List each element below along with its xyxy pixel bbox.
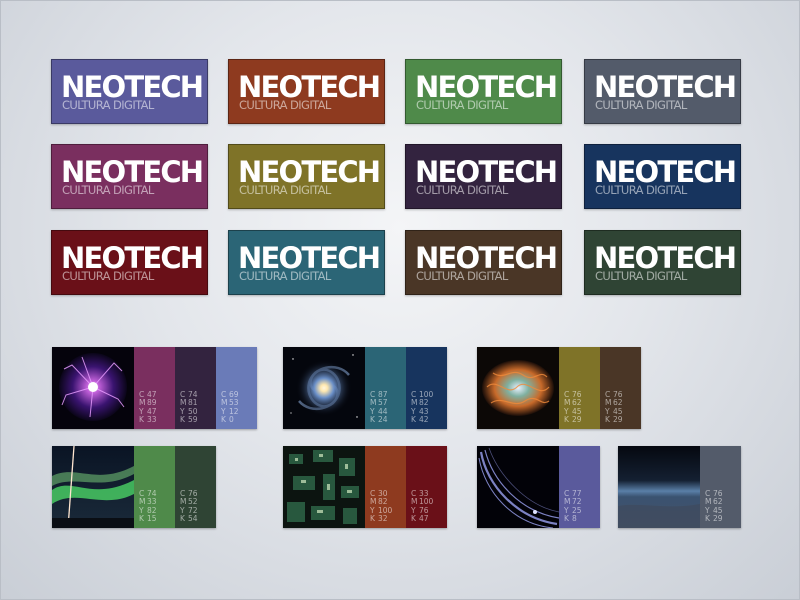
palette-card-rings: C 77 M 72 Y 25 K8 (477, 446, 600, 528)
brand-tagline: CULTURA DIGITAL (416, 98, 508, 112)
cmyk-values: C 47 M 89 Y 47 K 33 (139, 389, 157, 425)
planet-rings-photo (477, 446, 559, 528)
logo-variant: NEOTECH CULTURA DIGITAL (228, 144, 385, 209)
color-swatch: C 76 M 62 Y 45 K 29 (559, 347, 600, 429)
brand-tagline: CULTURA DIGITAL (239, 98, 331, 112)
logo-variant: NEOTECH CULTURA DIGITAL (51, 230, 208, 295)
brand-tagline: CULTURA DIGITAL (416, 183, 508, 197)
brand-tagline: CULTURA DIGITAL (239, 269, 331, 283)
cmyk-values: C 69 M 53 Y 12 K0 (221, 389, 239, 425)
color-swatch: C 100 M 82 Y 43 K 42 (406, 347, 447, 429)
brand-tagline: CULTURA DIGITAL (595, 183, 687, 197)
logo-variant: NEOTECH CULTURA DIGITAL (228, 230, 385, 295)
brand-tagline: CULTURA DIGITAL (595, 98, 687, 112)
cmyk-values: C 76 M 62 Y 45 K 29 (605, 389, 623, 425)
palette-card-plasma: C 47 M 89 Y 47 K 33 C 74 M 81 Y 50 K 59 C 69 M 53 … (52, 347, 257, 429)
aurora-photo (52, 446, 134, 528)
crab-nebula-photo (477, 347, 559, 429)
brand-tagline: CULTURA DIGITAL (239, 183, 331, 197)
logo-variant: NEOTECH CULTURA DIGITAL (584, 59, 741, 124)
color-swatch: C 76 M 52 Y 72 K 54 (175, 446, 216, 528)
cmyk-values: C 74 M 33 Y 82 K 15 (139, 488, 157, 524)
earth-horizon-photo (618, 446, 700, 528)
logo-variant: NEOTECH CULTURA DIGITAL (405, 144, 562, 209)
logo-variant: NEOTECH CULTURA DIGITAL (51, 144, 208, 209)
palette-card-galaxy: C 87 M 57 Y 44 K 24 C 100 M 82 Y 43 K 42 (283, 347, 447, 429)
palette-card-circuit: C 30 M 82 Y 100 K 32 C 33 M 100 Y 76 K 47 (283, 446, 447, 528)
cmyk-values: C 100 M 82 Y 43 K 42 (411, 389, 434, 425)
palette-card-nebula: C 76 M 62 Y 45 K 29 C 76 M 62 Y 45 K 29 (477, 347, 641, 429)
color-swatch: C 33 M 100 Y 76 K 47 (406, 446, 447, 528)
palette-card-horizon: C 76 M 62 Y 45 K 29 (618, 446, 741, 528)
brand-tagline: CULTURA DIGITAL (62, 269, 154, 283)
color-swatch: C 76 M 62 Y 45 K 29 (600, 347, 641, 429)
brand-tagline: CULTURA DIGITAL (62, 183, 154, 197)
color-swatch: C 77 M 72 Y 25 K8 (559, 446, 600, 528)
logo-variant: NEOTECH CULTURA DIGITAL (584, 144, 741, 209)
brand-tagline: CULTURA DIGITAL (416, 269, 508, 283)
color-swatch: C 74 M 81 Y 50 K 59 (175, 347, 216, 429)
cmyk-values: C 76 M 62 Y 45 K 29 (564, 389, 582, 425)
cmyk-values: C 76 M 62 Y 45 K 29 (705, 488, 723, 524)
color-swatch: C 30 M 82 Y 100 K 32 (365, 446, 406, 528)
cmyk-values: C 33 M 100 Y 76 K 47 (411, 488, 434, 524)
color-swatch: C 87 M 57 Y 44 K 24 (365, 347, 406, 429)
circuit-city-photo (283, 446, 365, 528)
logo-variant: NEOTECH CULTURA DIGITAL (405, 59, 562, 124)
cmyk-values: C 30 M 82 Y 100 K 32 (370, 488, 393, 524)
color-swatch: C 76 M 62 Y 45 K 29 (700, 446, 741, 528)
brand-tagline: CULTURA DIGITAL (62, 98, 154, 112)
cmyk-values: C 77 M 72 Y 25 K8 (564, 488, 582, 524)
brand-tagline: CULTURA DIGITAL (595, 269, 687, 283)
palette-card-aurora: C 74 M 33 Y 82 K 15 C 76 M 52 Y 72 K 54 (52, 446, 216, 528)
color-swatch: C 69 M 53 Y 12 K0 (216, 347, 257, 429)
color-swatch: C 74 M 33 Y 82 K 15 (134, 446, 175, 528)
color-swatch: C 47 M 89 Y 47 K 33 (134, 347, 175, 429)
logo-variant: NEOTECH CULTURA DIGITAL (584, 230, 741, 295)
cmyk-values: C 76 M 52 Y 72 K 54 (180, 488, 198, 524)
logo-variant: NEOTECH CULTURA DIGITAL (405, 230, 562, 295)
logo-variant: NEOTECH CULTURA DIGITAL (51, 59, 208, 124)
logo-variant: NEOTECH CULTURA DIGITAL (228, 59, 385, 124)
cmyk-values: C 87 M 57 Y 44 K 24 (370, 389, 388, 425)
spiral-galaxy-photo (283, 347, 365, 429)
plasma-ball-photo (52, 347, 134, 429)
cmyk-values: C 74 M 81 Y 50 K 59 (180, 389, 198, 425)
